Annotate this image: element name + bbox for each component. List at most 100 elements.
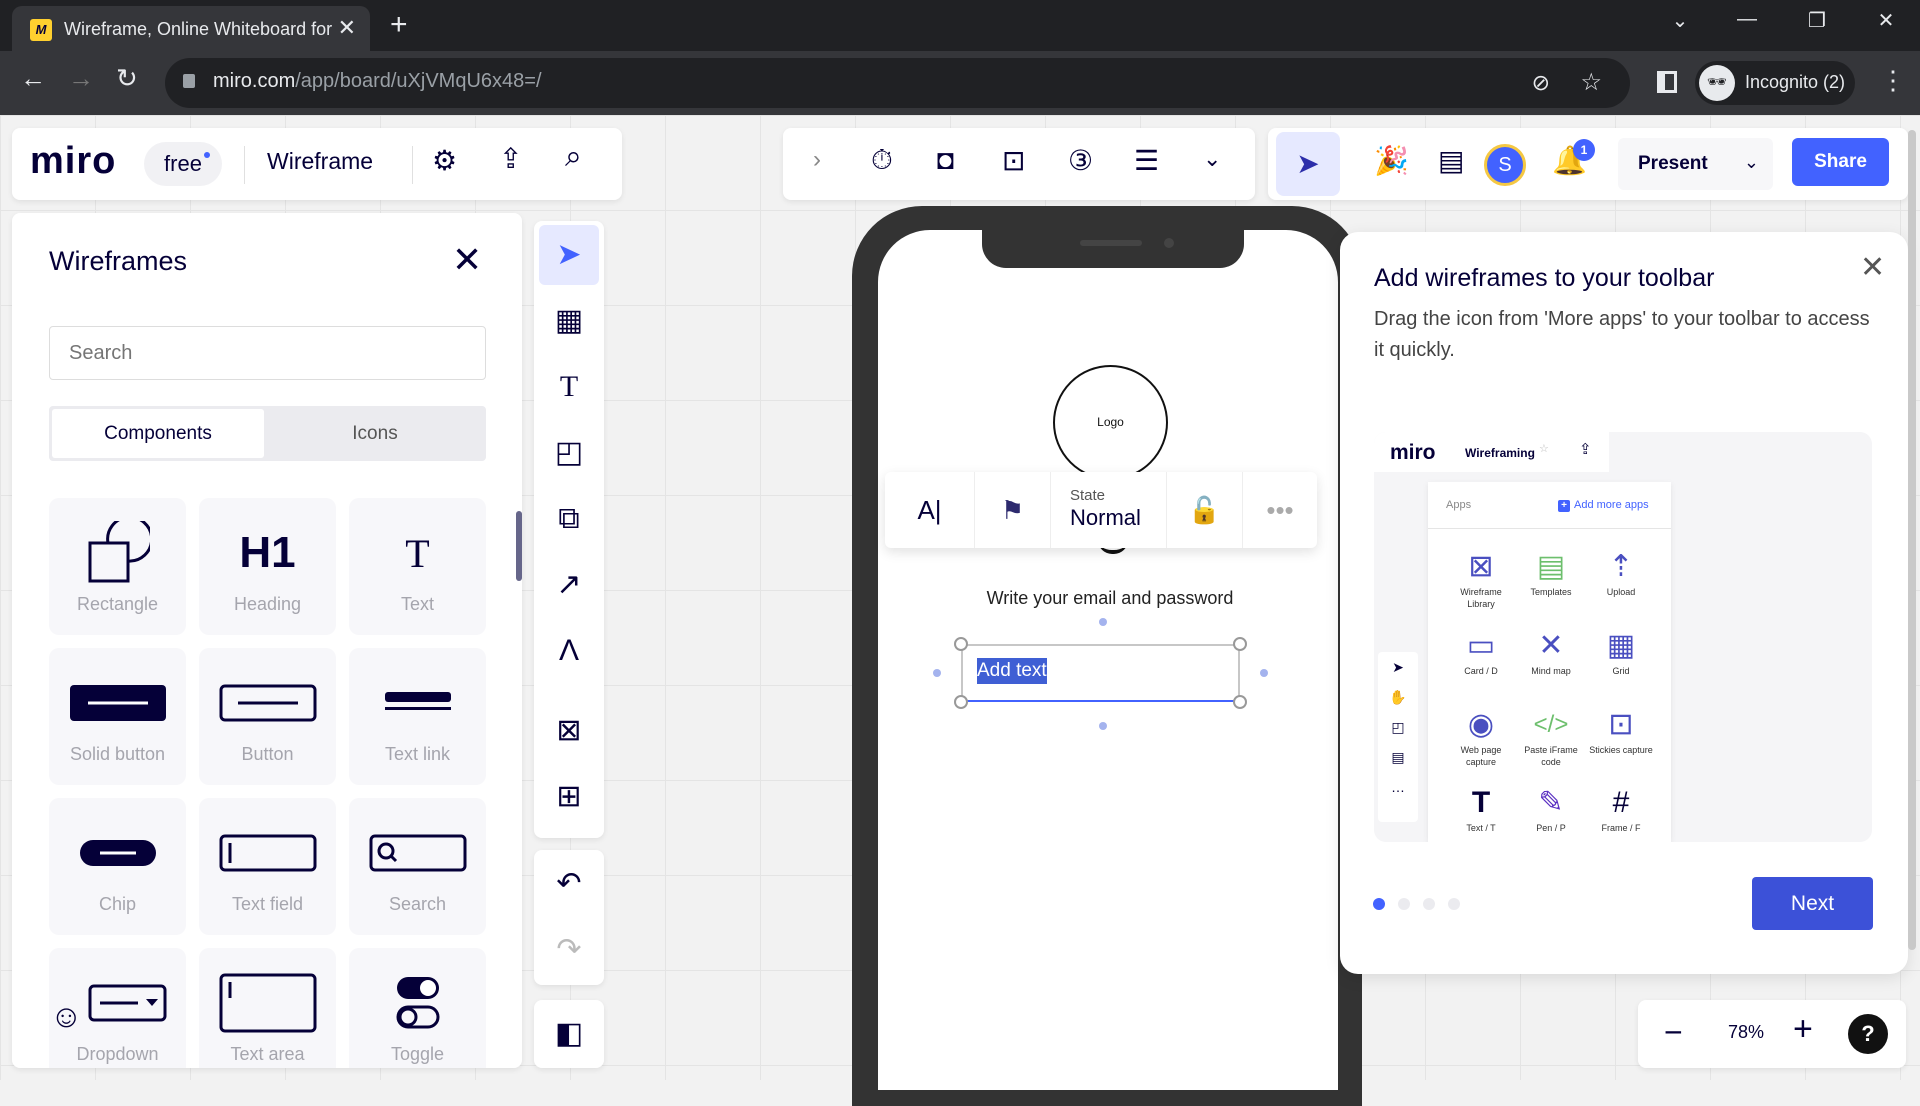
panel-scrollbar[interactable] [516, 511, 522, 581]
templates-icon[interactable]: ▦ [539, 291, 599, 351]
settings-gear-icon[interactable]: ⚙ [432, 144, 457, 177]
connector-dot[interactable] [933, 669, 941, 677]
undo-icon[interactable]: ↶ [539, 854, 599, 914]
connection-line-icon[interactable]: ↗ [539, 555, 599, 615]
shapes-icon[interactable]: ⧉ [539, 489, 599, 549]
component-rectangle[interactable]: Rectangle [49, 498, 186, 635]
wireframe-library-icon[interactable]: ⊠ [539, 701, 599, 761]
expand-chevron-icon[interactable]: › [813, 146, 821, 174]
resize-handle[interactable] [1233, 637, 1247, 651]
redo-icon[interactable]: ↷ [539, 920, 599, 980]
present-dropdown-chevron-icon[interactable]: ⌄ [1744, 152, 1759, 173]
app-pen: ✎ Pen / P [1516, 784, 1586, 834]
component-text-link[interactable]: Text link [349, 648, 486, 785]
forward-icon[interactable]: → [68, 63, 94, 94]
help-icon[interactable]: ? [1848, 1014, 1888, 1054]
more-options-icon[interactable]: ••• [1243, 472, 1317, 548]
component-chip[interactable]: Chip [49, 798, 186, 935]
text-field-editing[interactable]: Add text [933, 618, 1268, 730]
resize-handle[interactable] [954, 637, 968, 651]
sticky-note-icon[interactable]: ◰ [539, 423, 599, 483]
connector-dot[interactable] [1260, 669, 1268, 677]
step-dot[interactable] [1448, 898, 1460, 910]
new-tab-button[interactable]: + [390, 8, 408, 42]
resize-handle[interactable] [954, 695, 968, 709]
zoom-out-icon[interactable]: − [1664, 1014, 1683, 1051]
comments-icon[interactable]: ▤ [1438, 144, 1464, 177]
text-format-icon[interactable]: A| [885, 472, 975, 548]
reload-icon[interactable]: ↻ [116, 63, 138, 94]
selected-text[interactable]: Add text [977, 658, 1047, 684]
miro-logo[interactable]: miro [30, 140, 116, 183]
search-icon[interactable]: ⌕ [565, 140, 582, 174]
lock-icon[interactable]: 🔓 [1167, 472, 1243, 548]
close-tab-icon[interactable]: ✕ [338, 15, 356, 41]
add-apps-icon[interactable]: ⊞ [539, 767, 599, 827]
component-toggle[interactable]: Toggle [349, 948, 486, 1068]
side-panel-icon[interactable] [1657, 71, 1677, 93]
tab-search-icon[interactable]: ⌄ [1660, 8, 1700, 33]
timer-icon[interactable]: ⏱ [871, 144, 893, 177]
component-text-field[interactable]: Text field [199, 798, 336, 935]
zoom-in-icon[interactable]: + [1793, 1010, 1813, 1049]
app-grid: ▦ Grid [1586, 627, 1656, 677]
step-dot[interactable] [1398, 898, 1410, 910]
present-button[interactable]: Present ⌄ [1618, 138, 1773, 190]
wireframe-library-icon: ⊠ [1468, 550, 1494, 583]
close-popup-icon[interactable]: ✕ [1860, 250, 1885, 285]
voting-card-icon[interactable]: ◘ [937, 144, 954, 176]
bookmark-star-icon[interactable]: ☆ [1580, 68, 1602, 97]
notes-doc-icon[interactable]: ☰ [1134, 144, 1159, 177]
component-button[interactable]: Button [199, 648, 336, 785]
restore-icon[interactable]: ❐ [1797, 8, 1837, 33]
component-text[interactable]: T Text [349, 498, 486, 635]
export-upload-icon[interactable]: ⇪ [499, 142, 522, 175]
select-cursor-icon[interactable]: ➤ [539, 225, 599, 285]
flag-icon[interactable]: ⚑ [975, 472, 1051, 548]
incognito-profile[interactable]: 🕶 Incognito (2) [1695, 61, 1855, 105]
next-button[interactable]: Next [1752, 877, 1873, 930]
connector-dot[interactable] [1099, 722, 1107, 730]
attention-focus-icon[interactable]: ⊡ [1002, 144, 1025, 177]
browser-menu-icon[interactable]: ⋮ [1880, 65, 1906, 96]
tracking-protection-icon[interactable]: ⊘ [1532, 70, 1550, 96]
step-dot-active[interactable] [1373, 898, 1385, 910]
text-area-icon [199, 968, 336, 1038]
close-panel-icon[interactable]: ✕ [452, 239, 482, 281]
feedback-chat-icon[interactable]: ☺ [50, 998, 83, 1035]
connector-dot[interactable] [1099, 618, 1107, 626]
login-subtitle[interactable]: Write your email and password [940, 588, 1280, 609]
frame-icon: # [1612, 786, 1630, 819]
plan-badge[interactable]: free [144, 142, 222, 186]
url-bar[interactable]: miro.com/app/board/uXjVMqU6x48=/ ⊘ ☆ [165, 58, 1630, 108]
reactions-cursor-icon[interactable]: ➤ [1276, 132, 1340, 196]
text-tool-icon[interactable]: T [539, 357, 599, 417]
more-apps-chevrons-icon[interactable]: ⌄ [1203, 146, 1221, 172]
stickies-capture-icon: ⊡ [1608, 708, 1634, 741]
logo-placeholder[interactable]: Logo [1053, 365, 1168, 480]
user-avatar[interactable]: S [1484, 144, 1526, 186]
resize-handle[interactable] [1233, 695, 1247, 709]
minimize-icon[interactable]: — [1727, 8, 1767, 31]
pen-icon: ✎ [1538, 786, 1564, 819]
url-host: miro.com [213, 70, 296, 92]
board-name[interactable]: Wireframe [267, 148, 373, 175]
tab-icons[interactable]: Icons [267, 409, 483, 458]
component-search[interactable]: Search [349, 798, 486, 935]
component-heading[interactable]: H1 Heading [199, 498, 336, 635]
tab-components[interactable]: Components [52, 409, 264, 458]
component-search-input[interactable] [49, 326, 486, 380]
component-solid-button[interactable]: Solid button [49, 648, 186, 785]
back-icon[interactable]: ← [20, 63, 46, 94]
zoom-level[interactable]: 78% [1728, 1022, 1764, 1043]
estimation-card-icon[interactable]: ③ [1068, 144, 1093, 177]
component-text-area[interactable]: Text area [199, 948, 336, 1068]
celebrate-icon[interactable]: 🎉 [1374, 144, 1409, 177]
close-window-icon[interactable]: ✕ [1866, 8, 1906, 33]
pen-icon[interactable]: Λ [539, 621, 599, 681]
share-button[interactable]: Share [1792, 138, 1889, 186]
frames-panel-icon[interactable]: ◧ [539, 1004, 599, 1064]
step-dot[interactable] [1423, 898, 1435, 910]
browser-tab[interactable]: M Wireframe, Online Whiteboard for ✕ [12, 6, 370, 51]
canvas-scrollbar[interactable] [1908, 130, 1916, 950]
